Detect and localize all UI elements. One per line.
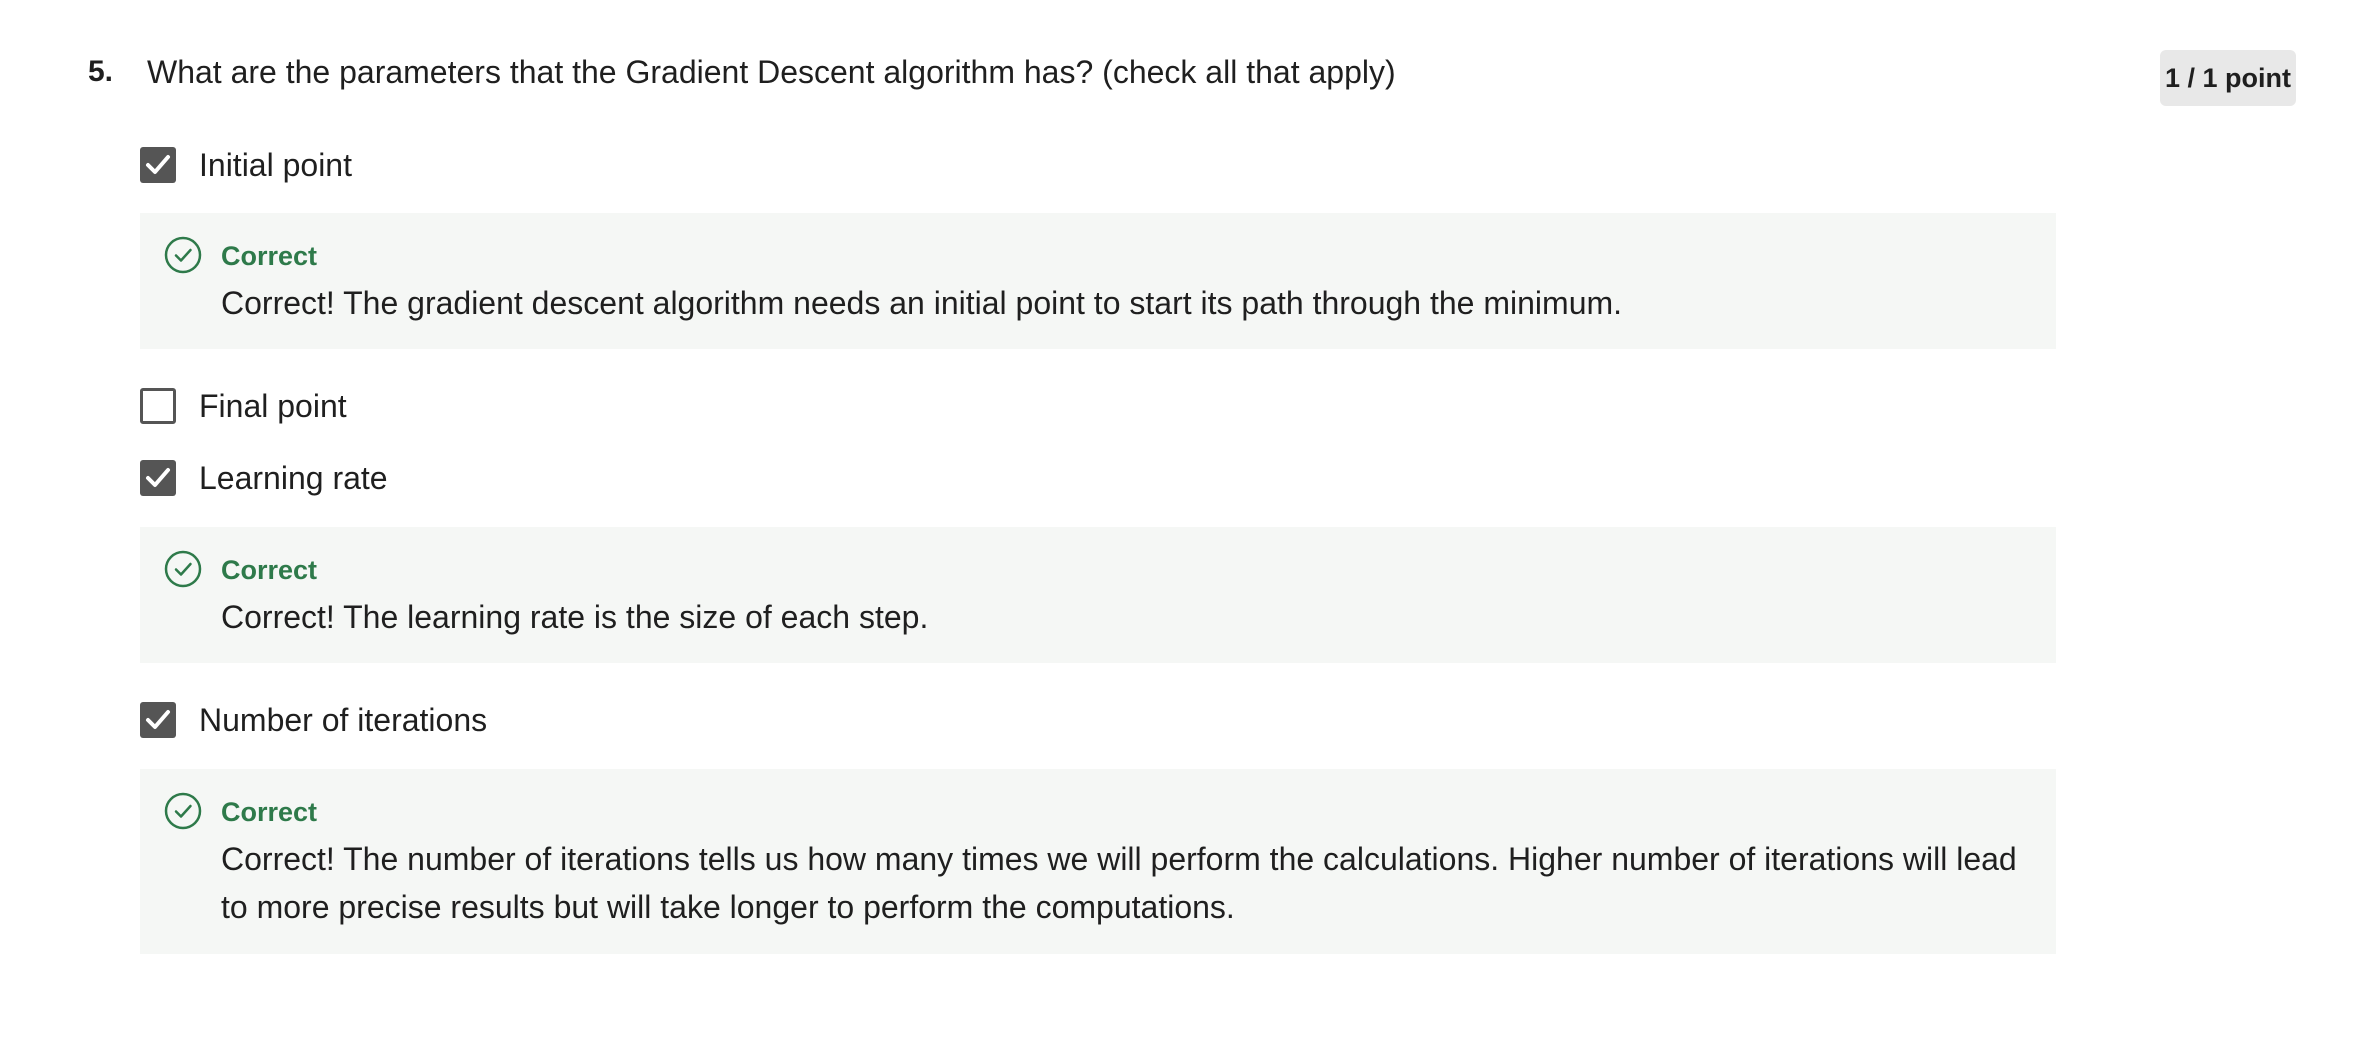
question-number: 5. <box>88 55 114 88</box>
check-icon <box>146 710 170 729</box>
checkbox-checked[interactable] <box>140 147 176 183</box>
question-text: What are the parameters that the Gradien… <box>147 54 1396 90</box>
score-badge: 1 / 1 point <box>2160 50 2296 106</box>
option-label: Number of iterations <box>199 702 488 738</box>
option-label: Initial point <box>199 147 352 183</box>
feedback-text: Correct! The gradient descent algorithm … <box>221 285 1623 321</box>
option-label: Final point <box>199 388 347 424</box>
feedback-panel: Correct Correct! The gradient descent al… <box>140 213 2056 349</box>
checkbox-checked[interactable] <box>140 460 176 496</box>
option-initial-point[interactable]: Initial point <box>140 145 352 185</box>
option-learning-rate[interactable]: Learning rate <box>140 458 388 498</box>
checkbox-unchecked[interactable] <box>140 388 176 424</box>
feedback-panel: Correct Correct! The number of iteration… <box>140 769 2056 954</box>
feedback-title: Correct <box>221 555 318 585</box>
check-icon <box>146 155 170 174</box>
feedback-text: Correct! The learning rate is the size o… <box>221 599 929 635</box>
option-number-of-iterations[interactable]: Number of iterations <box>140 700 487 740</box>
check-circle-icon <box>164 236 202 274</box>
check-circle-icon <box>164 792 202 830</box>
option-final-point[interactable]: Final point <box>140 386 347 426</box>
checkbox-checked[interactable] <box>140 702 176 738</box>
feedback-title: Correct <box>221 241 318 271</box>
feedback-text: Correct! The number of iterations tells … <box>221 841 2017 925</box>
check-circle-icon <box>164 550 202 588</box>
option-label: Learning rate <box>199 460 388 496</box>
feedback-panel: Correct Correct! The learning rate is th… <box>140 527 2056 663</box>
feedback-title: Correct <box>221 797 318 827</box>
check-icon <box>146 468 170 487</box>
